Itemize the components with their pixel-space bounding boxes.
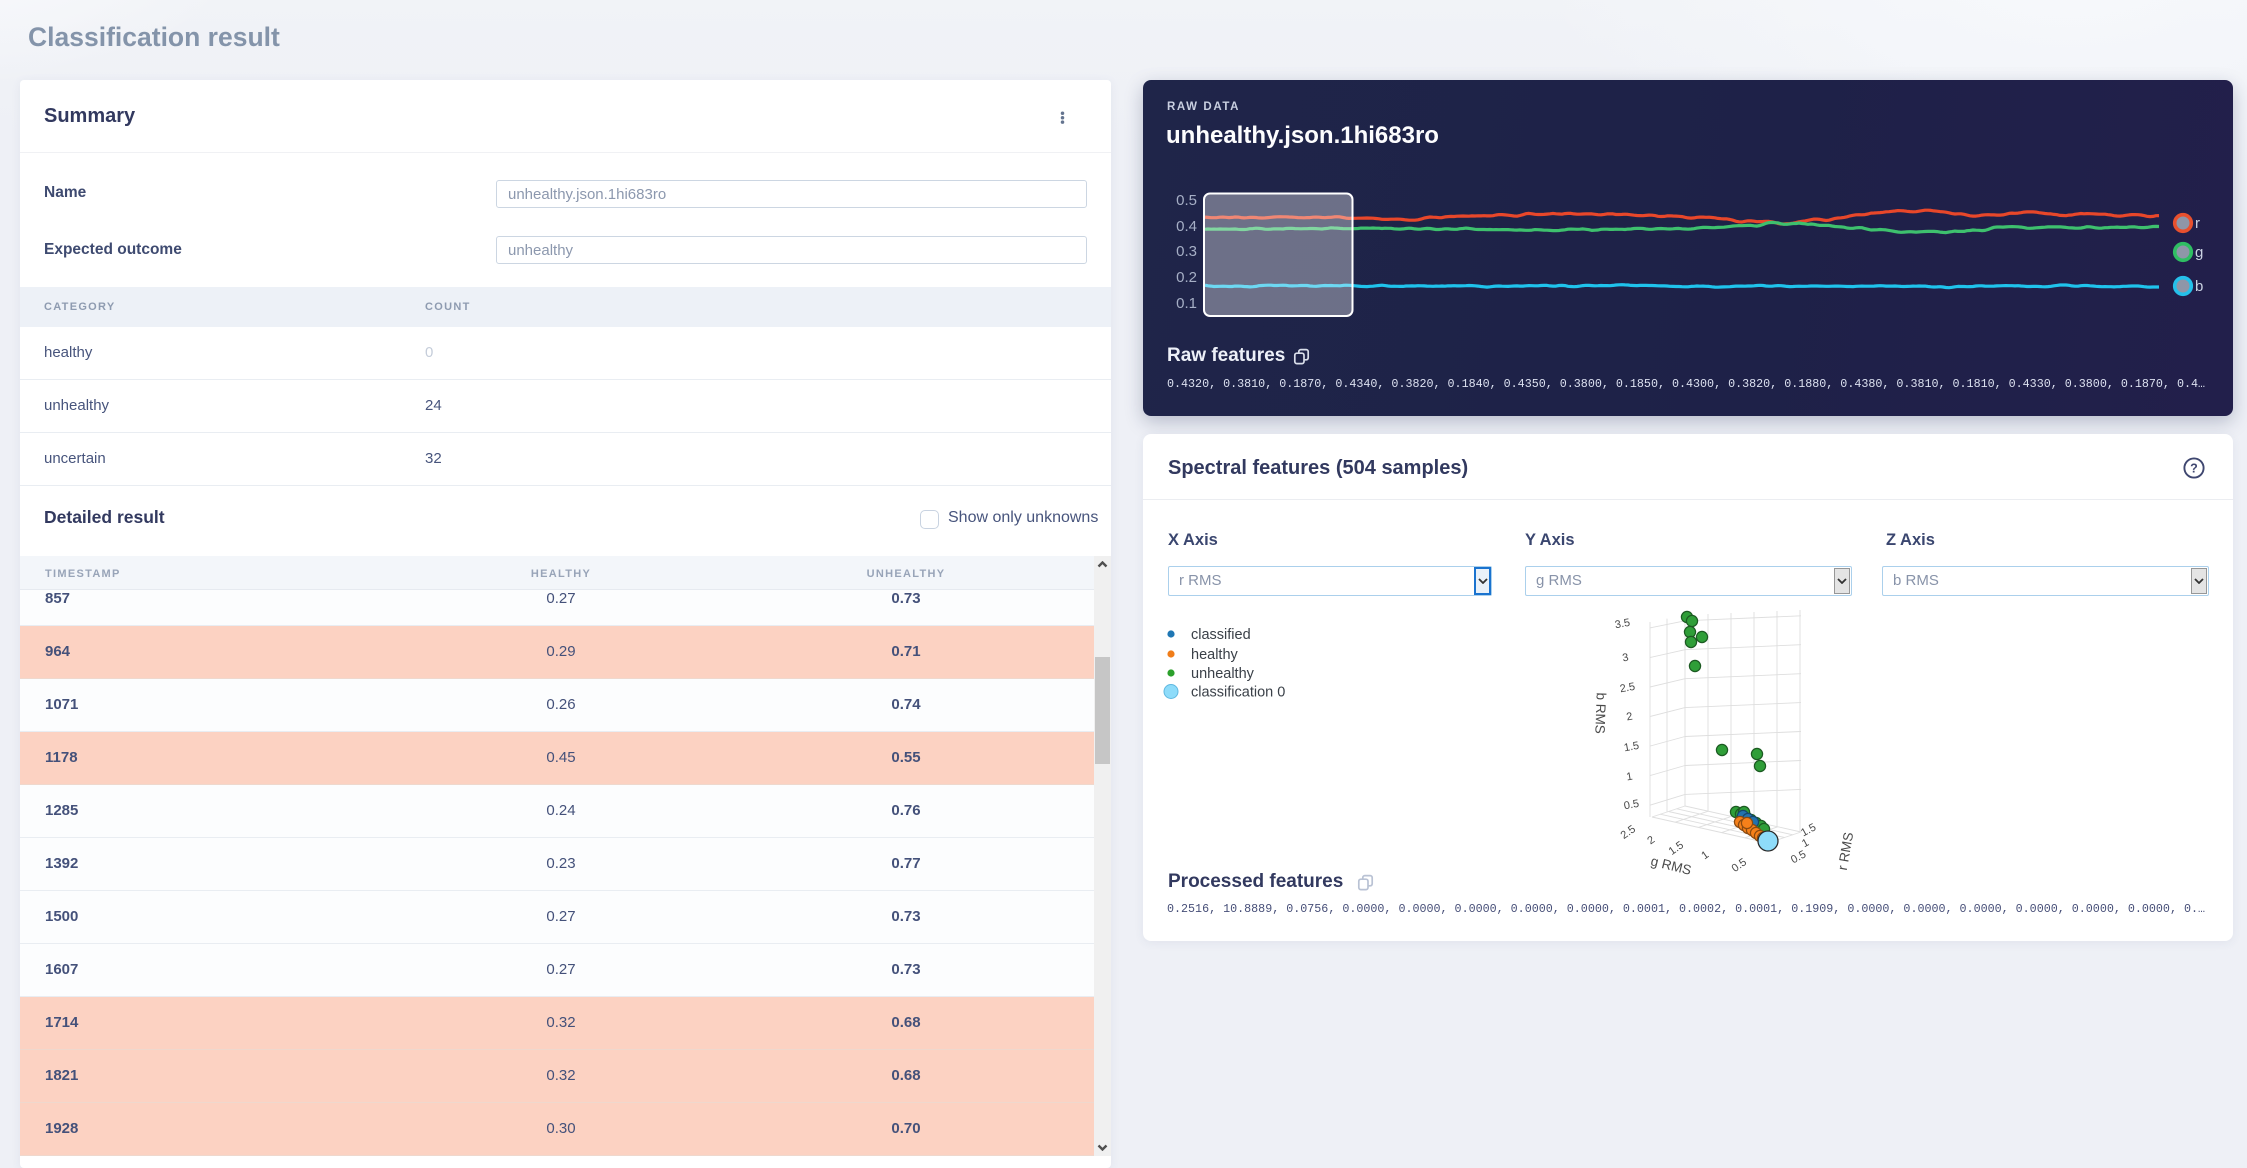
svg-text:1: 1 [1699,849,1711,862]
svg-text:0.5: 0.5 [1623,798,1640,812]
svg-text:2: 2 [1625,711,1633,724]
svg-text:1.5: 1.5 [1667,839,1686,858]
svg-text:r RMS: r RMS [1835,831,1856,871]
svg-text:healthy: healthy [1191,647,1239,663]
svg-text:0.4: 0.4 [1176,218,1197,235]
svg-text:3: 3 [1621,652,1629,665]
svg-text:1.5: 1.5 [1623,740,1640,754]
svg-text:0.5: 0.5 [1730,856,1749,875]
svg-text:3.5: 3.5 [1614,617,1631,631]
svg-text:2.5: 2.5 [1619,823,1638,842]
svg-text:1: 1 [1625,771,1633,784]
svg-text:b RMS: b RMS [1592,692,1608,734]
svg-text:classification 0: classification 0 [1191,685,1285,701]
svg-text:g: g [2195,244,2203,261]
svg-text:unhealthy: unhealthy [1191,666,1255,682]
svg-text:0.5: 0.5 [1176,192,1197,209]
svg-text:0.3: 0.3 [1176,243,1197,260]
svg-text:2.5: 2.5 [1619,681,1636,695]
svg-text:2: 2 [1645,834,1657,847]
svg-text:r: r [2195,215,2200,232]
svg-text:g RMS: g RMS [1649,853,1693,878]
svg-text:classified: classified [1191,627,1251,643]
svg-text:b: b [2195,278,2203,295]
svg-text:1.5: 1.5 [1799,821,1818,839]
svg-text:0.2: 0.2 [1176,269,1197,286]
svg-text:0.5: 0.5 [1789,848,1808,866]
svg-text:0.1: 0.1 [1176,295,1197,312]
